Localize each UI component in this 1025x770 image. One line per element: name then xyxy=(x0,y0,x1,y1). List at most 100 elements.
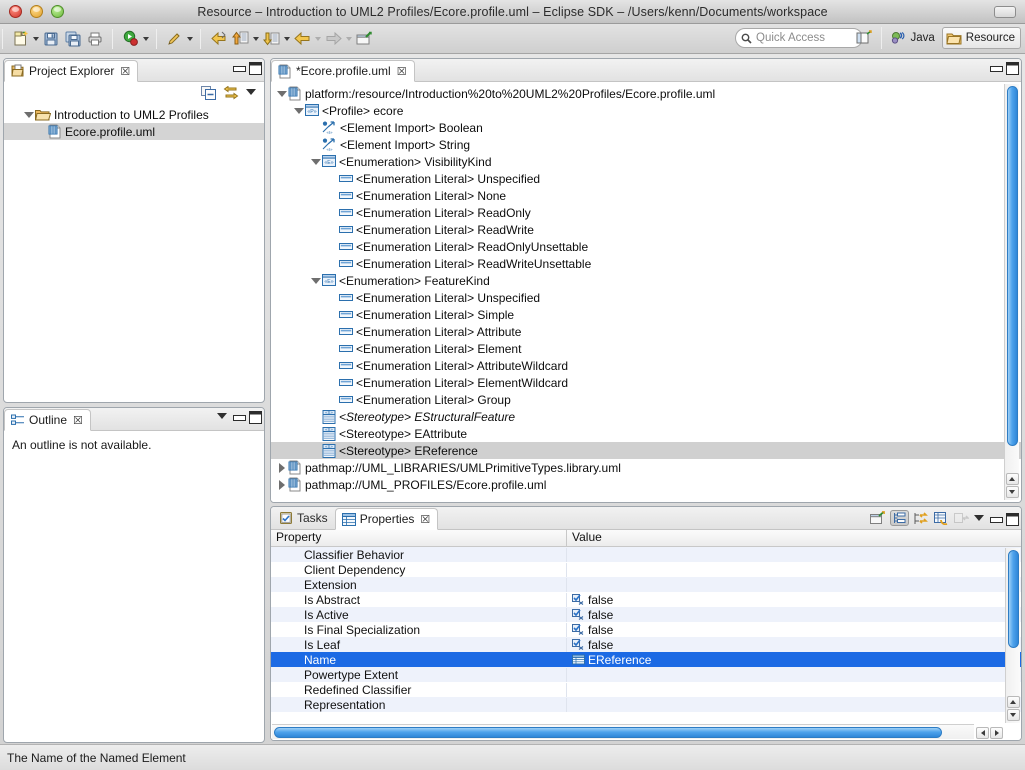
close-icon[interactable]: ☒ xyxy=(73,414,83,427)
view-menu-icon[interactable] xyxy=(217,412,228,421)
property-value-cell[interactable]: EReference xyxy=(567,653,651,667)
twisty-closed-icon[interactable] xyxy=(275,461,288,474)
zoom-window-button[interactable] xyxy=(51,5,64,18)
property-row[interactable]: Client Dependency xyxy=(271,562,1021,577)
run-menu-arrow[interactable] xyxy=(141,28,150,50)
tree-row[interactable]: pathmap://UML_PROFILES/Ecore.profile.uml xyxy=(271,476,1021,493)
project-explorer-tree[interactable]: Introduction to UML2 Profiles Ecore.prof… xyxy=(4,104,264,140)
properties-vertical-scrollbar[interactable] xyxy=(1005,548,1020,723)
property-row[interactable]: Extension xyxy=(271,577,1021,592)
maximize-view-button[interactable] xyxy=(1006,512,1019,526)
tree-row[interactable]: <Enumeration Literal> Unspecified xyxy=(271,289,1021,306)
tab-project-explorer[interactable]: Project Explorer ☒ xyxy=(4,60,139,82)
tree-row[interactable]: <Enumeration Literal> ReadOnlyUnsettable xyxy=(271,238,1021,255)
minimize-editor-button[interactable] xyxy=(990,62,1003,73)
twisty-open-icon[interactable] xyxy=(309,155,322,168)
quick-access-input[interactable]: Quick Access xyxy=(735,28,863,48)
tree-row[interactable]: <Enumeration Literal> ReadOnly xyxy=(271,204,1021,221)
tree-row[interactable]: <Enumeration Literal> Simple xyxy=(271,306,1021,323)
editor-vertical-scrollbar[interactable] xyxy=(1004,84,1019,500)
maximize-view-button[interactable] xyxy=(249,411,262,424)
property-value-cell[interactable]: false xyxy=(567,623,613,637)
new-editor-icon[interactable] xyxy=(870,511,885,525)
property-value-cell[interactable]: false xyxy=(567,608,613,622)
maximize-view-button[interactable] xyxy=(249,62,262,75)
link-with-editor-icon[interactable] xyxy=(223,85,239,100)
property-row[interactable]: Name EReference xyxy=(271,652,1021,667)
close-icon[interactable]: ☒ xyxy=(397,65,407,78)
tree-row[interactable]: <Enumeration Literal> AttributeWildcard xyxy=(271,357,1021,374)
property-row[interactable]: Is Abstract false xyxy=(271,592,1021,607)
tree-row[interactable]: <Enumeration Literal> ReadWriteUnsettabl… xyxy=(271,255,1021,272)
open-perspective-icon[interactable] xyxy=(853,27,875,49)
down-arrow-doc-icon[interactable] xyxy=(260,28,282,50)
tree-row[interactable]: <Enumeration Literal> Unspecified xyxy=(271,170,1021,187)
tab-ecore-profile-uml[interactable]: *Ecore.profile.uml ☒ xyxy=(271,60,415,82)
toolbar-toggle-button[interactable] xyxy=(994,6,1016,18)
show-categories-icon[interactable] xyxy=(890,510,909,526)
tree-row[interactable]: «E» <Enumeration> VisibilityKind xyxy=(271,153,1021,170)
close-icon[interactable]: ☒ xyxy=(120,65,130,78)
hscroll-arrows[interactable] xyxy=(976,727,1003,739)
scrollbar-thumb[interactable] xyxy=(1007,550,1019,648)
property-row[interactable]: Is Leaf false xyxy=(271,637,1021,652)
scroll-right-icon[interactable] xyxy=(990,727,1003,739)
properties-horizontal-scrollbar[interactable] xyxy=(272,724,974,739)
down-arrow-menu[interactable] xyxy=(282,28,291,50)
scroll-up-icon[interactable] xyxy=(1006,696,1020,708)
up-arrow-menu[interactable] xyxy=(251,28,260,50)
tab-tasks[interactable]: Tasks xyxy=(271,507,335,529)
print-icon[interactable] xyxy=(84,28,106,50)
scrollbar-thumb[interactable] xyxy=(274,726,942,738)
tree-row[interactable]: <Enumeration Literal> Element xyxy=(271,340,1021,357)
new-file-menu-arrow[interactable] xyxy=(31,28,40,50)
column-header-property[interactable]: Property xyxy=(271,530,567,546)
column-header-value[interactable]: Value xyxy=(567,530,602,546)
property-row[interactable]: Redefined Classifier xyxy=(271,682,1021,697)
maximize-editor-button[interactable] xyxy=(1006,62,1019,75)
tab-outline[interactable]: Outline ☒ xyxy=(4,409,91,431)
close-window-button[interactable] xyxy=(9,5,22,18)
up-arrow-doc-icon[interactable] xyxy=(229,28,251,50)
perspective-resource-button[interactable]: Resource xyxy=(941,27,1021,49)
tab-properties[interactable]: Properties ☒ xyxy=(334,508,439,530)
scrollbar-arrows[interactable] xyxy=(1005,473,1019,500)
view-menu-icon[interactable] xyxy=(246,88,257,97)
twisty-open-icon[interactable] xyxy=(22,108,35,121)
property-row[interactable]: Classifier Behavior xyxy=(271,547,1021,562)
scroll-left-icon[interactable] xyxy=(976,727,989,739)
tree-row[interactable]: <Enumeration Literal> None xyxy=(271,187,1021,204)
back-menu-arrow[interactable] xyxy=(313,28,322,50)
tree-row[interactable]: platform:/resource/Introduction%20to%20U… xyxy=(271,85,1021,102)
perspective-java-button[interactable]: Java xyxy=(888,27,939,49)
model-tree[interactable]: platform:/resource/Introduction%20to%20U… xyxy=(271,82,1021,493)
tree-row[interactable]: pathmap://UML_LIBRARIES/UMLPrimitiveType… xyxy=(271,459,1021,476)
collapse-all-icon[interactable] xyxy=(201,85,216,100)
tree-row[interactable]: Ecore.profile.uml xyxy=(4,123,264,140)
minimize-view-button[interactable] xyxy=(990,513,1003,524)
forward-gray-arrow-icon[interactable] xyxy=(322,28,344,50)
twisty-closed-icon[interactable] xyxy=(275,478,288,491)
property-value-cell[interactable]: false xyxy=(567,638,613,652)
back-yellow-arrow-icon[interactable] xyxy=(291,28,313,50)
property-row[interactable]: Is Active false xyxy=(271,607,1021,622)
tree-row[interactable]: <Enumeration Literal> Attribute xyxy=(271,323,1021,340)
tree-row[interactable]: <Enumeration Literal> ElementWildcard xyxy=(271,374,1021,391)
tree-row[interactable]: «E» <Enumeration> FeatureKind xyxy=(271,272,1021,289)
property-row[interactable]: Representation xyxy=(271,697,1021,712)
tree-row[interactable]: <Enumeration Literal> Group xyxy=(271,391,1021,408)
run-icon[interactable] xyxy=(119,28,141,50)
new-file-icon[interactable] xyxy=(9,28,31,50)
pencil-icon[interactable] xyxy=(163,28,185,50)
property-row[interactable]: Is Final Specialization false xyxy=(271,622,1021,637)
tree-row[interactable]: «P» <Profile> ecore xyxy=(271,102,1021,119)
scroll-down-icon[interactable] xyxy=(1006,709,1020,721)
tree-row[interactable]: «I» <Element Import> String xyxy=(271,136,1021,153)
tree-row[interactable]: «S» <Stereotype> EAttribute xyxy=(271,425,1021,442)
forward-menu-arrow[interactable] xyxy=(344,28,353,50)
minimize-view-button[interactable] xyxy=(233,411,246,422)
pencil-menu-arrow[interactable] xyxy=(185,28,194,50)
pin-icon[interactable] xyxy=(954,512,969,525)
save-icon[interactable] xyxy=(40,28,62,50)
tree-row[interactable]: «I» <Element Import> Boolean xyxy=(271,119,1021,136)
